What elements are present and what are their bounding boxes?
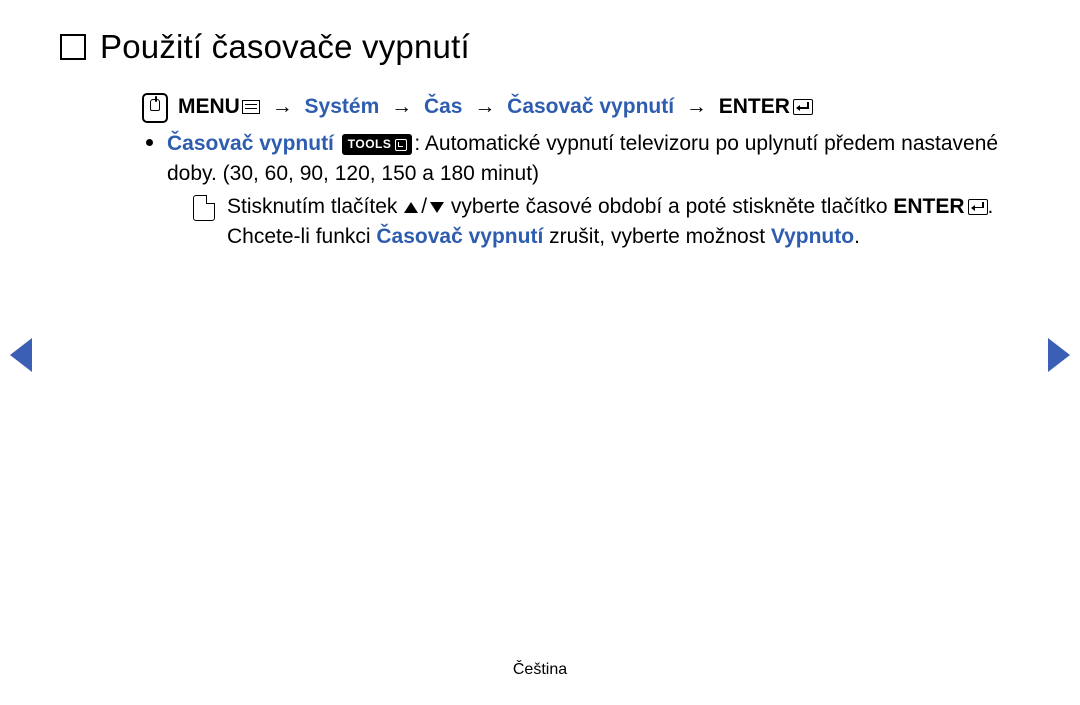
manual-page: Použití časovače vypnutí MENU → Systém →… [0,0,1080,705]
bullet-item: Časovač vypnutí TOOLS: Automatické vypnu… [142,129,1020,253]
triangle-down-icon [430,202,444,213]
title-row: Použití časovače vypnutí [60,28,1020,66]
section-icon [60,34,86,60]
breadcrumb: MENU → Systém → Čas → Časovač vypnutí → … [142,92,1020,123]
note-vypnuto: Vypnuto [771,225,854,248]
bullet-text: Časovač vypnutí TOOLS: Automatické vypnu… [167,129,1020,253]
next-page-button[interactable] [1048,338,1070,372]
tools-badge: TOOLS [342,134,413,155]
enter-word: ENTER [893,195,964,218]
bullet-icon [146,139,153,146]
note-part1: Stisknutím tlačítek [227,195,403,218]
tools-icon [395,139,407,151]
crumb-cas: Čas [424,95,463,118]
arrow-icon: → [474,95,495,118]
note-row: Stisknutím tlačítek / vyberte časové obd… [193,192,1020,253]
note-part5: . [854,225,860,248]
enter-icon [793,99,813,115]
tools-label: TOOLS [348,136,392,153]
note-part4: zrušit, vyberte možnost [543,225,771,248]
enter-label: ENTER [719,95,790,118]
breadcrumb-text: MENU → Systém → Čas → Časovač vypnutí → … [178,92,813,122]
menu-label: MENU [178,95,240,118]
arrow-icon: → [272,95,293,118]
crumb-casovac: Časovač vypnutí [507,95,674,118]
enter-icon [968,199,988,215]
crumb-system: Systém [305,95,380,118]
slash: / [421,195,427,218]
note-casovac: Časovač vypnutí [376,225,543,248]
note-text: Stisknutím tlačítek / vyberte časové obd… [227,192,1020,253]
body: MENU → Systém → Čas → Časovač vypnutí → … [142,92,1020,253]
arrow-icon: → [391,95,412,118]
feature-name: Časovač vypnutí [167,132,334,155]
note-part2: vyberte časové období a poté stiskněte t… [445,195,893,218]
prev-page-button[interactable] [10,338,32,372]
menu-icon [242,100,260,114]
triangle-up-icon [404,202,418,213]
page-title: Použití časovače vypnutí [100,28,470,66]
note-icon [193,195,215,221]
hand-icon [142,93,168,123]
footer-language: Čeština [0,661,1080,679]
arrow-icon: → [686,95,707,118]
